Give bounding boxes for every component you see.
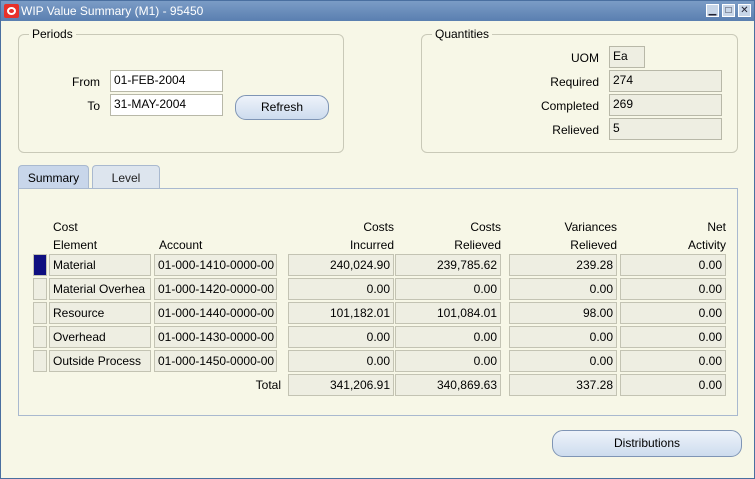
costs-relieved-cell[interactable]: 0.00 [395, 350, 501, 372]
distributions-button-label: Distributions [613, 436, 681, 450]
costs-relieved-cell[interactable]: 239,785.62 [395, 254, 501, 276]
net-activity-cell[interactable]: 0.00 [620, 302, 726, 324]
account-cell[interactable]: 01-000-1440-0000-00 [154, 302, 277, 324]
refresh-button[interactable]: Refresh [235, 95, 329, 120]
completed-label: Completed [540, 99, 599, 113]
costs-incurred-cell[interactable]: 0.00 [288, 326, 394, 348]
minimize-icon[interactable]: ▁ [706, 4, 719, 17]
header-variances-2: Relieved [570, 238, 617, 252]
row-selector[interactable] [33, 350, 47, 372]
costs-incurred-cell[interactable]: 0.00 [288, 278, 394, 300]
costs-incurred-cell[interactable]: 240,024.90 [288, 254, 394, 276]
refresh-button-label: Refresh [260, 100, 304, 114]
costs-incurred-cell[interactable]: 0.00 [288, 350, 394, 372]
uom-label: UOM [571, 51, 599, 65]
header-incurred-1: Costs [363, 220, 394, 234]
variances-relieved-cell[interactable]: 98.00 [509, 302, 617, 324]
costs-relieved-cell[interactable]: 0.00 [395, 326, 501, 348]
total-variances-relieved[interactable]: 337.28 [509, 374, 617, 396]
tab-summary[interactable]: Summary [18, 165, 89, 189]
header-net-1: Net [707, 220, 726, 234]
cost-element-cell[interactable]: Material Overhea [49, 278, 151, 300]
total-costs-relieved[interactable]: 340,869.63 [395, 374, 501, 396]
header-net-2: Activity [687, 238, 726, 252]
total-net-activity[interactable]: 0.00 [620, 374, 726, 396]
header-incurred-2: Incurred [349, 238, 394, 252]
relieved-field[interactable]: 5 [609, 118, 722, 140]
header-variances-1: Variances [564, 220, 617, 234]
required-label: Required [550, 75, 599, 89]
cost-element-cell[interactable]: Material [49, 254, 151, 276]
header-relieved-1: Costs [470, 220, 501, 234]
net-activity-cell[interactable]: 0.00 [620, 278, 726, 300]
variances-relieved-cell[interactable]: 0.00 [509, 350, 617, 372]
title-bar: WIP Value Summary (M1) - 95450 ▁ □ ✕ [1, 1, 754, 21]
cost-element-cell[interactable]: Outside Process [49, 350, 151, 372]
cost-element-cell[interactable]: Resource [49, 302, 151, 324]
total-costs-incurred[interactable]: 341,206.91 [288, 374, 394, 396]
net-activity-cell[interactable]: 0.00 [620, 326, 726, 348]
maximize-icon[interactable]: □ [722, 4, 735, 17]
from-label: From [72, 75, 100, 89]
relieved-label: Relieved [552, 123, 599, 137]
row-selector[interactable] [33, 254, 47, 276]
variances-relieved-cell[interactable]: 0.00 [509, 326, 617, 348]
row-selector[interactable] [33, 302, 47, 324]
required-field[interactable]: 274 [609, 70, 722, 92]
window-title: WIP Value Summary (M1) - 95450 [21, 4, 204, 18]
account-cell[interactable]: 01-000-1410-0000-00 [154, 254, 277, 276]
header-cost-element-2: Element [53, 238, 98, 252]
header-account: Account [159, 238, 203, 252]
account-cell[interactable]: 01-000-1430-0000-00 [154, 326, 277, 348]
account-cell[interactable]: 01-000-1420-0000-00 [154, 278, 277, 300]
oracle-logo-icon [4, 4, 19, 18]
to-label: To [87, 99, 100, 113]
total-label: Total [255, 378, 281, 392]
variances-relieved-cell[interactable]: 239.28 [509, 254, 617, 276]
from-date-field[interactable]: 01-FEB-2004 [110, 70, 223, 92]
wip-value-summary-window: WIP Value Summary (M1) - 95450 ▁ □ ✕ Per… [0, 0, 755, 479]
cost-element-cell[interactable]: Overhead [49, 326, 151, 348]
header-cost-element-1: Cost [53, 220, 78, 234]
costs-incurred-cell[interactable]: 101,182.01 [288, 302, 394, 324]
tab-level[interactable]: Level [92, 165, 160, 189]
row-selector[interactable] [33, 278, 47, 300]
costs-relieved-cell[interactable]: 101,084.01 [395, 302, 501, 324]
net-activity-cell[interactable]: 0.00 [620, 350, 726, 372]
variances-relieved-cell[interactable]: 0.00 [509, 278, 617, 300]
net-activity-cell[interactable]: 0.00 [620, 254, 726, 276]
row-selector[interactable] [33, 326, 47, 348]
distributions-button[interactable]: Distributions [552, 430, 742, 457]
close-icon[interactable]: ✕ [738, 4, 751, 17]
quantities-legend: Quantities [432, 27, 493, 41]
periods-legend: Periods [29, 27, 76, 41]
header-relieved-2: Relieved [454, 238, 501, 252]
uom-field[interactable]: Ea [609, 46, 645, 68]
completed-field[interactable]: 269 [609, 94, 722, 116]
costs-relieved-cell[interactable]: 0.00 [395, 278, 501, 300]
account-cell[interactable]: 01-000-1450-0000-00 [154, 350, 277, 372]
to-date-field[interactable]: 31-MAY-2004 [110, 94, 223, 116]
